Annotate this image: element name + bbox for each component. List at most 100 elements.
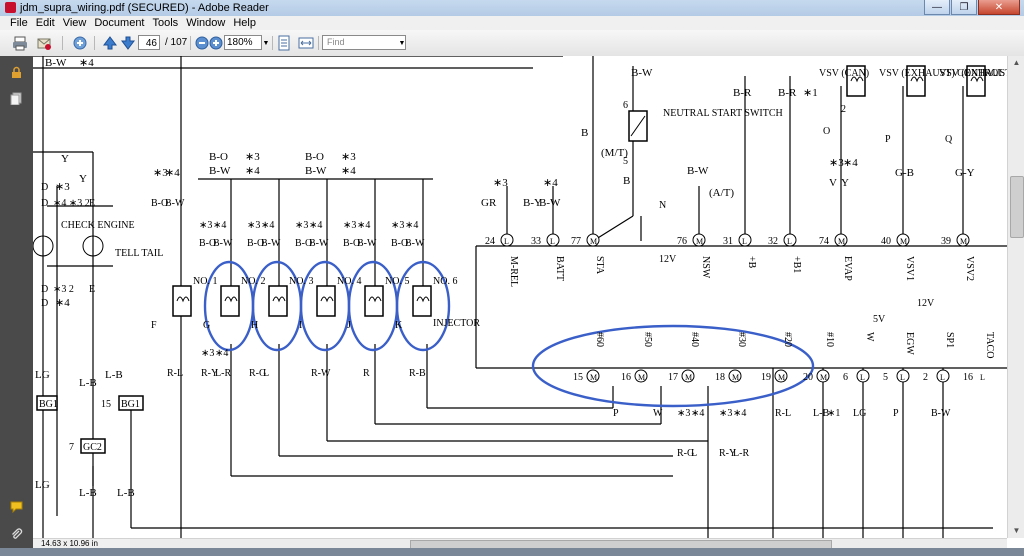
lock-icon[interactable] <box>10 66 23 79</box>
close-button[interactable]: ✕ <box>978 0 1020 15</box>
wire-label: ∗4 <box>543 177 558 189</box>
connector-id: F <box>151 320 157 331</box>
ecu-terminal-label: EGW <box>904 332 915 355</box>
ecu-top-pins: 24 L M-REL 33 L BATT 77 M STA 76 M NSW 31 L +B 32 L +B1 74… <box>485 236 975 287</box>
wire-label: ∗4 <box>261 220 274 231</box>
wire-label: ∗4 <box>691 408 704 419</box>
wire-label: B-W <box>305 165 327 177</box>
ecu-terminal-label: +B <box>746 256 757 269</box>
ecu-pin-number: 17 <box>668 372 678 383</box>
wire-label: ∗4 <box>79 57 94 69</box>
ecu-pin-number: 39 <box>941 236 951 247</box>
restore-button[interactable]: ❐ <box>951 0 977 15</box>
document-view[interactable]: B-W ∗4 B-O B-W ∗3 ∗4 B-O B-W ∗3 ∗4 ∗3 ∗4… <box>33 56 1007 538</box>
wire-label: B-W <box>687 165 709 177</box>
wire-label: B <box>581 127 588 139</box>
zoom-in-icon[interactable] <box>208 35 224 51</box>
fit-page-icon[interactable] <box>276 35 292 51</box>
menu-help[interactable]: Help <box>229 16 260 30</box>
page-number-input[interactable]: 46 <box>138 35 160 50</box>
pin-number: 7 <box>69 442 74 453</box>
connector-id: J <box>347 320 351 331</box>
voltage-label: 5V <box>873 314 886 325</box>
menu-tools[interactable]: Tools <box>149 16 183 30</box>
menu-view[interactable]: View <box>59 16 91 30</box>
ecu-pin-letter: M <box>590 373 597 382</box>
scroll-down-icon[interactable]: ▼ <box>1008 524 1024 538</box>
wire-label: V <box>829 177 837 189</box>
ecu-pin-letter: L <box>504 237 509 246</box>
wire-label: ∗3 <box>295 220 308 231</box>
voltage-label: 12V <box>917 298 935 309</box>
wire-label: R <box>363 368 370 379</box>
wire-label: R-W <box>311 368 331 379</box>
pin-number: 6 <box>623 100 628 111</box>
scroll-up-icon[interactable]: ▲ <box>1008 56 1024 70</box>
wire-label: ∗4 <box>733 408 746 419</box>
wire-label: ∗4 <box>341 165 356 177</box>
wire-label: ∗3 2 <box>53 284 74 295</box>
find-dropdown-icon[interactable]: ▼ <box>398 35 406 51</box>
wire-label: B-W <box>165 198 185 209</box>
ecu-terminal-label: VSV1 <box>904 256 915 281</box>
ecu-pin-number: 24 <box>485 236 495 247</box>
component-label: INJECTOR <box>433 318 480 329</box>
navigation-panel <box>0 56 33 548</box>
share-icon[interactable] <box>72 35 88 51</box>
ecu-pin-letter: L <box>550 237 555 246</box>
injector-label: NO. 5 <box>385 276 409 287</box>
wire-label: L-B <box>79 487 97 499</box>
pages-icon[interactable] <box>10 92 23 105</box>
menu-document[interactable]: Document <box>90 16 148 30</box>
ecu-pin-number: 15 <box>573 372 583 383</box>
wire-label: ∗4 <box>55 297 70 309</box>
attachment-icon[interactable] <box>10 528 23 541</box>
page-count: / 107 <box>165 37 188 48</box>
ecu-pin-number: 16 <box>621 372 631 383</box>
wire-label: ∗4 <box>215 348 228 359</box>
wire-label: L-B <box>79 377 97 389</box>
menu-edit[interactable]: Edit <box>32 16 59 30</box>
wire-label: L-B <box>105 369 123 381</box>
ecu-pin-letter: M <box>732 373 739 382</box>
zoom-dropdown-icon[interactable]: ▼ <box>262 35 270 51</box>
adobe-reader-icon <box>5 2 16 13</box>
fit-width-icon[interactable] <box>298 35 314 51</box>
ecu-pin-letter: M <box>590 237 597 246</box>
menu-file[interactable]: File <box>6 16 32 30</box>
ecu-terminal-label: TACO <box>984 332 995 358</box>
wire-label: ∗3 <box>199 220 212 231</box>
ecu-terminal-label: #40 <box>689 332 700 347</box>
previous-page-icon[interactable] <box>102 35 118 51</box>
ecu-pin-number: 18 <box>715 372 725 383</box>
wire-label: B-O <box>209 151 228 163</box>
connector-id: E <box>89 198 95 209</box>
zoom-select[interactable]: 180% <box>224 35 262 50</box>
menu-bar: File Edit View Document Tools Window Help <box>0 16 1024 30</box>
scroll-thumb[interactable] <box>1010 176 1024 238</box>
wire-label: Y <box>61 153 69 165</box>
print-icon[interactable] <box>12 35 28 51</box>
ecu-terminal-label: M-REL <box>508 256 519 287</box>
ecu-pin-letter: L <box>742 237 747 246</box>
connector-id: D <box>41 198 48 209</box>
wire-label: ∗3 <box>677 408 690 419</box>
wire-label: ∗3 <box>719 408 732 419</box>
component-label: VSV (EXHAUST) CONTROL V <box>939 68 1007 79</box>
next-page-icon[interactable] <box>120 35 136 51</box>
vertical-scrollbar[interactable]: ▲ ▼ <box>1007 56 1024 538</box>
wire-label: L <box>691 448 697 459</box>
connector-id: D <box>41 298 48 309</box>
wire-label: (A/T) <box>709 187 734 199</box>
wire-label: B-R <box>778 87 797 99</box>
connector-id: GC2 <box>83 442 102 453</box>
email-icon[interactable] <box>36 35 52 51</box>
minimize-button[interactable]: — <box>924 0 950 15</box>
find-input[interactable]: Find <box>322 35 406 50</box>
wire-label: B-W <box>931 408 951 419</box>
wire-label: GR <box>481 197 497 209</box>
comment-icon[interactable] <box>10 500 23 513</box>
wire-label: B-O <box>305 151 324 163</box>
ecu-pin-number: 20 <box>803 372 813 383</box>
menu-window[interactable]: Window <box>182 16 229 30</box>
